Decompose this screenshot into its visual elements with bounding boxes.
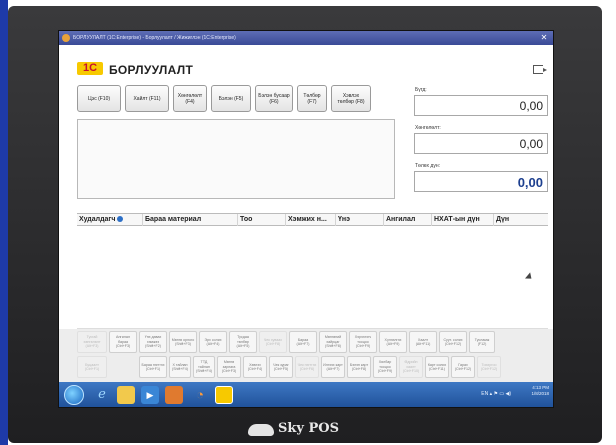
close-icon[interactable]: ✕ <box>539 33 549 43</box>
search-button[interactable]: Хайлт (F11) <box>125 85 169 112</box>
fkey-check-image[interactable]: Чек зураг (Ctrl+F5) <box>269 356 293 378</box>
language-indicator[interactable]: EN <box>481 391 488 397</box>
fkey-print[interactable]: Хэвлэх (Ctrl+F4) <box>243 356 267 378</box>
items-table-header: Худалдагч Бараа материал Тоо Хэмжих н...… <box>77 213 548 226</box>
fkey-close[interactable]: Хаалт (Alt+F11) <box>409 331 437 353</box>
items-table-body[interactable] <box>77 226 548 329</box>
fkey-hold[interactable]: Хүлээлгэх (Alt+F9) <box>379 331 407 353</box>
fkey-change-rights[interactable]: Эрх солих (Alt+F4) <box>199 331 227 353</box>
info-icon <box>117 216 124 223</box>
system-tray[interactable]: EN ▴ ⚑ ▭ ◀) <box>481 391 511 397</box>
discount-field: 0,00 <box>414 133 548 154</box>
fkey-special-discount[interactable]: Тусгай хөнгөлөлт (Alt+F3) <box>77 331 107 353</box>
fkey-return[interactable]: Буцаалт (Ctrl+F1) <box>77 356 107 378</box>
cloud-logo-icon <box>248 424 274 436</box>
fkey-vat-report[interactable]: ТТД тайлан (Shift+F4) <box>193 356 215 378</box>
file-explorer-icon[interactable] <box>117 386 135 404</box>
clock[interactable]: 4:13 PM 1/8/2018 <box>531 385 549 406</box>
col-category[interactable]: Ангилал <box>384 214 432 226</box>
sum-label: Бүгд: <box>415 87 427 93</box>
pay-label: Төлөх дүн: <box>415 163 440 169</box>
fkey-help[interactable]: Тусламж (F12) <box>469 331 495 353</box>
fkey-exit[interactable]: Гарах (Ctrl+F12) <box>451 356 475 378</box>
windows-taskbar: e ▶ ◔ EN ▴ ⚑ ▭ ◀) 4:13 PM 1/8/2018 <box>59 382 553 407</box>
menu-button[interactable]: Цэс (F10) <box>77 85 121 112</box>
col-qty[interactable]: Тоо <box>238 214 286 226</box>
page-title: БОРЛУУЛАЛТ <box>109 63 194 77</box>
col-unit[interactable]: Хэмжих н... <box>286 214 336 226</box>
fkey-category-item[interactable]: Ангилал бараа (Ctrl+F3) <box>109 331 137 353</box>
clock-date: 1/8/2018 <box>531 391 549 396</box>
discount-button[interactable]: Хөнгөлөлт (F4) <box>173 85 207 112</box>
col-seller[interactable]: Худалдагч <box>77 214 143 226</box>
1c-logo: 1С <box>77 62 103 75</box>
fkey-settings[interactable]: Тохиргоо (Ctrl+F12) <box>477 356 501 378</box>
fkey-split-payment[interactable]: Тусдаа төлбөр (Alt+F5) <box>229 331 257 353</box>
windows-start-icon[interactable] <box>64 385 84 405</box>
col-price[interactable]: Үнэ <box>336 214 384 226</box>
payment-button[interactable]: Төлбөр (F7) <box>297 85 327 112</box>
discount-label: Хөнгөлөлт: <box>415 125 441 131</box>
fkey-day-close[interactable]: Өдрийн хаалт (Ctrl+F10) <box>399 356 423 378</box>
ccleaner-icon[interactable]: ◔ <box>191 386 209 404</box>
noncash-button[interactable]: Бэлэн бусаар (F6) <box>255 85 293 112</box>
sales-form: 1С БОРЛУУЛАЛТ Цэс (F10) Хайлт (F11) Хөнг… <box>59 45 553 382</box>
pay-field: 0,00 <box>414 171 548 192</box>
col-item[interactable]: Бараа материал <box>143 214 238 226</box>
media-player-icon[interactable]: ▶ <box>141 386 159 404</box>
exit-icon[interactable] <box>533 65 547 74</box>
fkey-change-shift[interactable]: Суут. солих (Ctrl+F12) <box>439 331 467 353</box>
fkey-change-card[interactable]: Карт солих (Ctrl+F11) <box>425 356 449 378</box>
1c-taskbar-icon[interactable] <box>215 386 233 404</box>
fkey-merge-check[interactable]: Чек нэгтгэх (Ctrl+F6) <box>295 356 319 378</box>
fkey-merge-items[interactable]: Бараа нэгтгэх (Ctrl+F1) <box>139 356 167 378</box>
window-title: БОРЛУУЛАЛТ (1C:Enterprise) - Борлуулалт … <box>73 35 236 41</box>
app-icon[interactable] <box>165 386 183 404</box>
device-brand: Sky POS <box>278 421 339 436</box>
app-window-icon <box>62 34 70 42</box>
cash-button[interactable]: Бэлэн (F5) <box>211 85 251 112</box>
pos-screen: БОРЛУУЛАЛТ (1C:Enterprise) - Борлуулалт … <box>58 30 554 408</box>
window-titlebar: БОРЛУУЛАЛТ (1C:Enterprise) - Борлуулалт … <box>59 31 553 45</box>
function-keys-panel: Тусгай хөнгөлөлт (Alt+F3) Ангилал бараа … <box>59 329 553 382</box>
col-vat[interactable]: НХАТ-ын дүн <box>432 214 494 226</box>
fkey-x-report[interactable]: X тайлан (Shift+F4) <box>169 356 191 378</box>
fkey-cash-drawer[interactable]: Мөнгөний хайрцаг (Shift+F8) <box>319 331 347 353</box>
fkey-cash-in[interactable]: Мөнгө орлого (Shift+F3) <box>169 331 197 353</box>
internet-explorer-icon[interactable]: e <box>93 386 111 404</box>
col-amount[interactable]: Дүн <box>494 214 548 226</box>
fkey-customer-account[interactable]: Хэрэглэгч тооцоо (Ctrl+F9) <box>349 331 377 353</box>
fkey-send-card[interactable]: Илгээх карт (Alt+F7) <box>321 356 345 378</box>
fkey-goods[interactable]: Бараа (Alt+F7) <box>289 331 317 353</box>
left-edge-bar <box>0 0 8 445</box>
item-info-panel <box>77 119 395 199</box>
fkey-price-exceed[interactable]: Үнэ давах хэмжээ (Shift+F2) <box>139 331 167 353</box>
fkey-quick-calc[interactable]: Хялбар тооцоо (Ctrl+F9) <box>373 356 397 378</box>
fkey-gift-card[interactable]: Бэлэн карт (Ctrl+F8) <box>347 356 371 378</box>
sum-field: 0,00 <box>414 95 548 116</box>
fkey-split-check[interactable]: Чек хуваах (Ctrl+F8) <box>259 331 287 353</box>
print-payment-button[interactable]: Хэвлэх төлбөр (F8) <box>331 85 371 112</box>
fkey-cash-out[interactable]: Мөнгө зарлага (Ctrl+F3) <box>217 356 241 378</box>
